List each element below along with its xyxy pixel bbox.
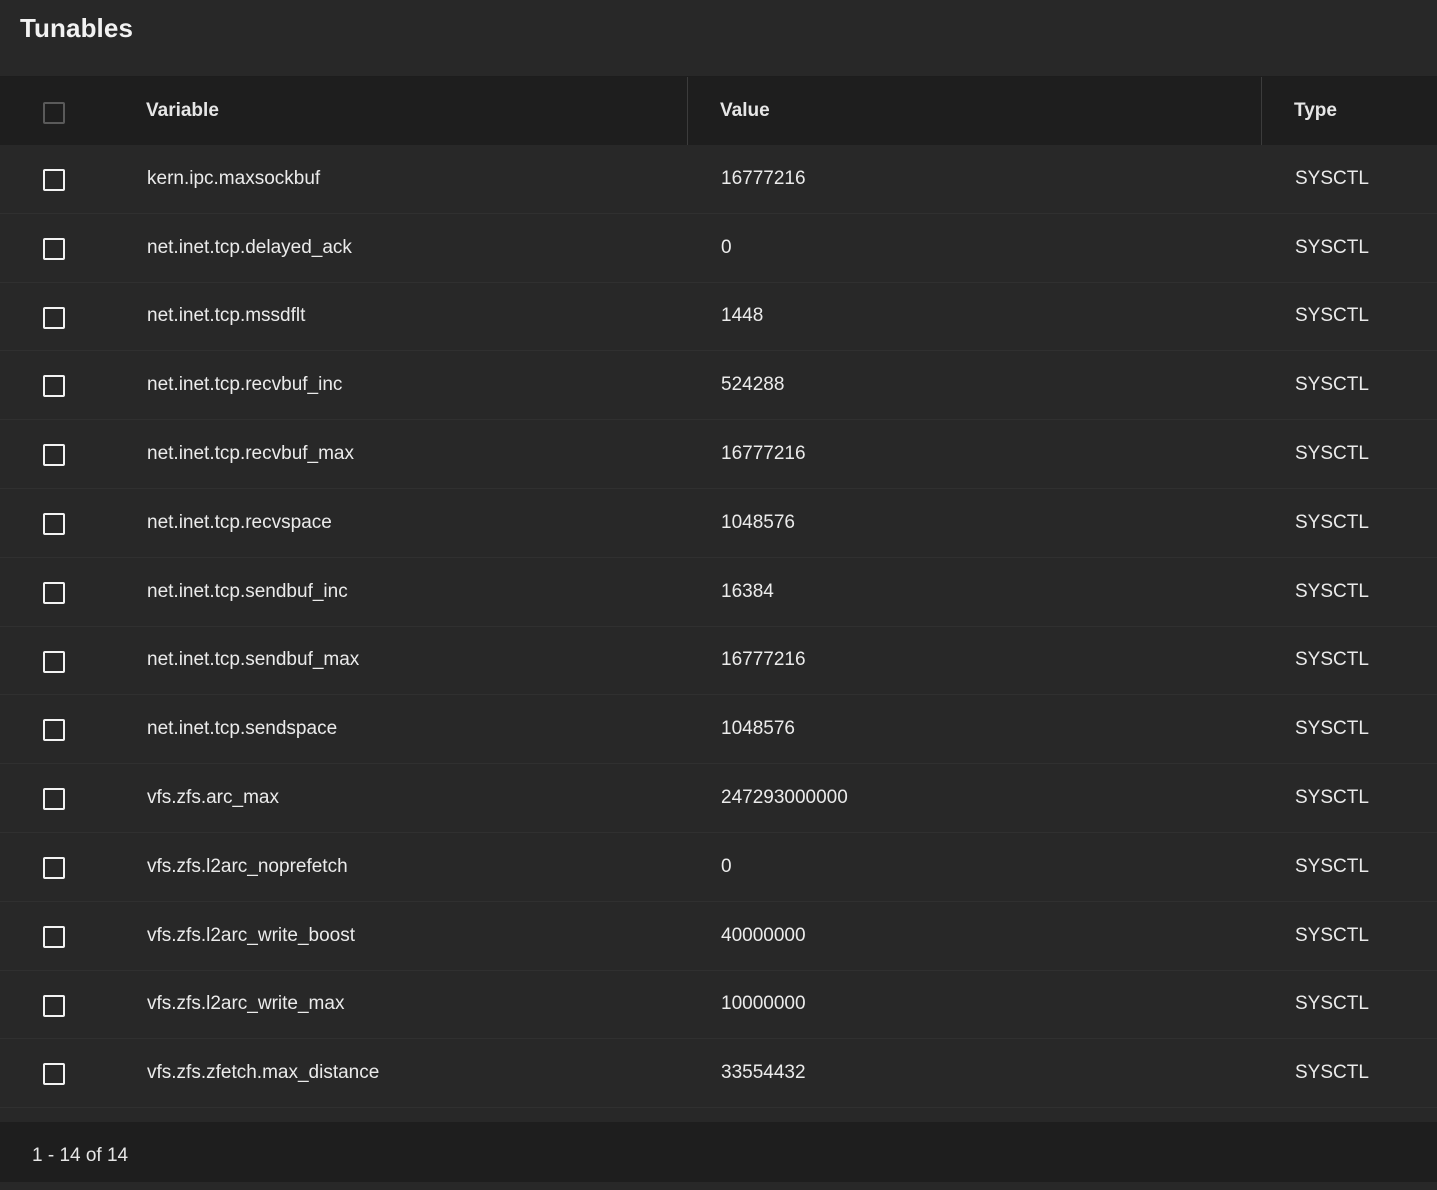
column-divider[interactable] bbox=[687, 77, 688, 145]
cell-value: 16384 bbox=[721, 580, 774, 602]
cell-variable: net.inet.tcp.mssdflt bbox=[147, 305, 306, 327]
cell-value: 16777216 bbox=[721, 649, 806, 671]
cell-type: SYSCTL bbox=[1295, 167, 1369, 189]
row-checkbox[interactable] bbox=[43, 994, 65, 1017]
table-row[interactable]: vfs.zfs.l2arc_noprefetch 0 SYSCTL bbox=[0, 832, 1437, 902]
cell-variable: vfs.zfs.l2arc_noprefetch bbox=[147, 855, 348, 877]
cell-type: SYSCTL bbox=[1295, 924, 1369, 946]
cell-type: SYSCTL bbox=[1295, 236, 1369, 258]
cell-variable: net.inet.tcp.sendbuf_max bbox=[147, 649, 360, 671]
table-row[interactable]: net.inet.tcp.sendbuf_inc 16384 SYSCTL bbox=[0, 557, 1437, 627]
cell-type: SYSCTL bbox=[1295, 305, 1369, 327]
cell-value: 16777216 bbox=[721, 443, 806, 465]
table-row[interactable]: vfs.zfs.l2arc_write_boost 40000000 SYSCT… bbox=[0, 901, 1437, 971]
paginator-range-label: 1 - 14 of 14 bbox=[32, 1145, 129, 1166]
table-row[interactable]: vfs.zfs.arc_max 247293000000 SYSCTL bbox=[0, 764, 1437, 833]
table-row[interactable]: net.inet.tcp.delayed_ack 0 SYSCTL bbox=[0, 213, 1437, 283]
table-row[interactable]: kern.ipc.maxsockbuf 16777216 SYSCTL bbox=[0, 145, 1437, 214]
cell-variable: vfs.zfs.zfetch.max_distance bbox=[147, 1062, 380, 1084]
cell-value: 0 bbox=[721, 855, 732, 877]
table-row[interactable]: net.inet.tcp.recvspace 1048576 SYSCTL bbox=[0, 488, 1437, 558]
page-title: Tunables bbox=[20, 13, 134, 43]
column-divider[interactable] bbox=[1261, 77, 1262, 145]
column-header-value[interactable]: Value bbox=[720, 77, 770, 145]
cell-type: SYSCTL bbox=[1295, 443, 1369, 465]
row-checkbox[interactable] bbox=[43, 925, 65, 948]
row-checkbox[interactable] bbox=[43, 375, 65, 398]
cell-value: 16777216 bbox=[721, 167, 806, 189]
table-header: Variable Value Type bbox=[0, 77, 1437, 145]
row-checkbox[interactable] bbox=[43, 1063, 65, 1086]
cell-value: 1048576 bbox=[721, 718, 795, 740]
cell-type: SYSCTL bbox=[1295, 374, 1369, 396]
column-header-type[interactable]: Type bbox=[1294, 77, 1337, 145]
row-checkbox[interactable] bbox=[43, 856, 65, 879]
cell-type: SYSCTL bbox=[1295, 993, 1369, 1015]
cell-variable: vfs.zfs.l2arc_write_boost bbox=[147, 924, 356, 946]
row-checkbox[interactable] bbox=[43, 169, 65, 191]
row-checkbox[interactable] bbox=[43, 306, 65, 329]
cell-variable: net.inet.tcp.sendspace bbox=[147, 718, 338, 740]
row-checkbox[interactable] bbox=[43, 444, 65, 467]
cell-type: SYSCTL bbox=[1295, 580, 1369, 602]
column-header-variable[interactable]: Variable bbox=[146, 77, 219, 145]
cell-type: SYSCTL bbox=[1295, 1062, 1369, 1084]
row-checkbox[interactable] bbox=[43, 788, 65, 811]
cell-variable: net.inet.tcp.recvbuf_max bbox=[147, 443, 354, 465]
cell-type: SYSCTL bbox=[1295, 855, 1369, 877]
cell-value: 1448 bbox=[721, 305, 764, 327]
cell-type: SYSCTL bbox=[1295, 649, 1369, 671]
table-row[interactable]: net.inet.tcp.recvbuf_inc 524288 SYSCTL bbox=[0, 351, 1437, 421]
title-bar: Tunables bbox=[0, 0, 1437, 77]
row-checkbox[interactable] bbox=[43, 237, 65, 260]
table-row[interactable]: net.inet.tcp.mssdflt 1448 SYSCTL bbox=[0, 282, 1437, 352]
select-all-checkbox[interactable] bbox=[43, 102, 65, 124]
row-checkbox[interactable] bbox=[43, 719, 65, 742]
cell-value: 524288 bbox=[721, 374, 785, 396]
table-row[interactable]: net.inet.tcp.sendbuf_max 16777216 SYSCTL bbox=[0, 626, 1437, 696]
cell-variable: vfs.zfs.arc_max bbox=[147, 787, 279, 809]
table-row[interactable]: net.inet.tcp.sendspace 1048576 SYSCTL bbox=[0, 695, 1437, 765]
cell-value: 247293000000 bbox=[721, 787, 848, 809]
row-checkbox[interactable] bbox=[43, 581, 65, 604]
table-body: kern.ipc.maxsockbuf 16777216 SYSCTL net.… bbox=[0, 145, 1437, 1109]
cell-type: SYSCTL bbox=[1295, 787, 1369, 809]
cell-value: 1048576 bbox=[721, 511, 795, 533]
cell-value: 40000000 bbox=[721, 924, 806, 946]
cell-type: SYSCTL bbox=[1295, 718, 1369, 740]
cell-value: 10000000 bbox=[721, 993, 806, 1015]
cell-variable: net.inet.tcp.recvbuf_inc bbox=[147, 374, 343, 396]
cell-variable: kern.ipc.maxsockbuf bbox=[147, 167, 321, 189]
cell-variable: net.inet.tcp.delayed_ack bbox=[147, 236, 352, 258]
table-row[interactable]: vfs.zfs.zfetch.max_distance 33554432 SYS… bbox=[0, 1039, 1437, 1109]
paginator: 1 - 14 of 14 bbox=[0, 1122, 1437, 1182]
cell-type: SYSCTL bbox=[1295, 511, 1369, 533]
table-row[interactable]: vfs.zfs.l2arc_write_max 10000000 SYSCTL bbox=[0, 970, 1437, 1040]
row-checkbox[interactable] bbox=[43, 512, 65, 535]
row-checkbox[interactable] bbox=[43, 650, 65, 673]
cell-value: 33554432 bbox=[721, 1062, 806, 1084]
cell-value: 0 bbox=[721, 236, 732, 258]
cell-variable: net.inet.tcp.sendbuf_inc bbox=[147, 580, 348, 602]
cell-variable: vfs.zfs.l2arc_write_max bbox=[147, 993, 345, 1015]
table-row[interactable]: net.inet.tcp.recvbuf_max 16777216 SYSCTL bbox=[0, 420, 1437, 489]
cell-variable: net.inet.tcp.recvspace bbox=[147, 511, 332, 533]
